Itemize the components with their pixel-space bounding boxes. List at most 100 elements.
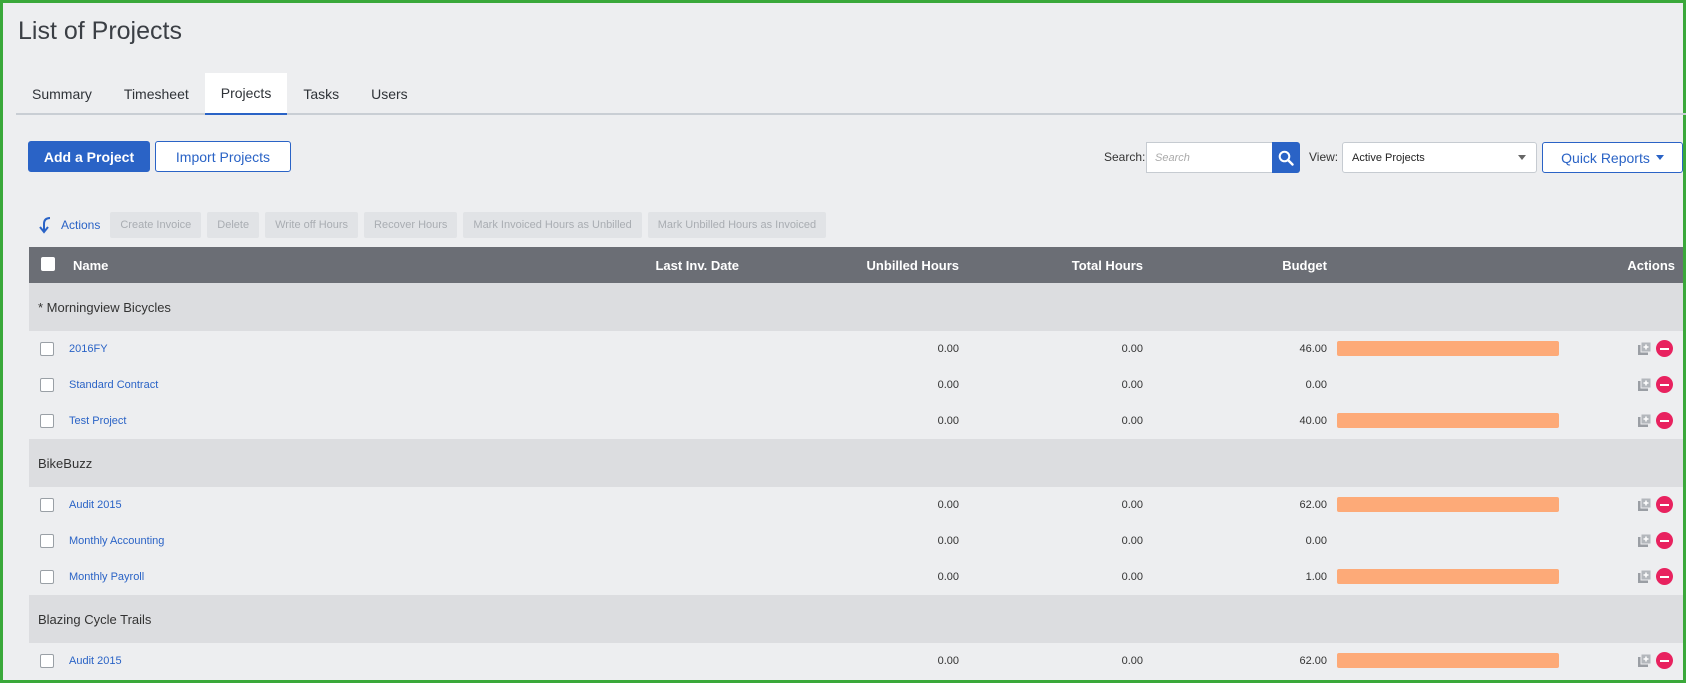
recover-hours-button[interactable]: Recover Hours [364,212,458,238]
search-button[interactable] [1272,142,1300,173]
table-body: * Morningview Bicycles 2016FY 0.00 0.00 … [29,283,1683,679]
search-icon [1278,150,1294,166]
total-hours-value: 0.00 [1121,499,1143,511]
remove-circle-icon[interactable] [1656,532,1673,549]
remove-circle-icon[interactable] [1656,340,1673,357]
row-checkbox[interactable] [40,654,54,668]
table-row: Audit 2015 0.00 0.00 62.00 [29,487,1683,523]
tab-tasks[interactable]: Tasks [287,73,355,115]
budget-value: 1.00 [1305,571,1327,583]
actions-toggle[interactable]: Actions [37,216,100,234]
project-name-link[interactable]: Test Project [69,403,126,439]
search-input[interactable] [1146,142,1272,173]
projects-table: Name Last Inv. Date Unbilled Hours Total… [29,247,1683,679]
last-inv-date-value [569,523,739,559]
table-row: Monthly Payroll 0.00 0.00 1.00 [29,559,1683,595]
page-title: List of Projects [18,17,182,45]
header-budget[interactable]: Budget [1179,247,1327,283]
group-row: BikeBuzz [29,439,1683,487]
actions-toggle-label: Actions [61,218,101,232]
view-label: View: [1309,150,1339,164]
project-name-link[interactable]: Monthly Payroll [69,559,144,595]
quick-reports-label: Quick Reports [1561,149,1650,166]
view-select-value: Active Projects [1352,151,1425,164]
header-name[interactable]: Name [73,247,108,283]
budget-progress-bar [1337,653,1559,668]
app-frame: List of Projects Summary Timesheet Proje… [0,0,1686,683]
unbilled-hours-value: 0.00 [937,343,959,355]
remove-circle-icon[interactable] [1656,376,1673,393]
remove-circle-icon[interactable] [1656,412,1673,429]
budget-progress-bar [1337,413,1559,428]
header-last-inv-date[interactable]: Last Inv. Date [569,247,739,283]
header-unbilled-hours[interactable]: Unbilled Hours [779,247,959,283]
import-projects-button[interactable]: Import Projects [155,141,291,172]
row-checkbox[interactable] [40,534,54,548]
group-name: BikeBuzz [38,455,93,471]
row-checkbox[interactable] [40,414,54,428]
copy-add-icon[interactable] [1637,341,1652,356]
unbilled-hours-value: 0.00 [937,655,959,667]
select-all-checkbox[interactable] [41,257,55,271]
copy-add-icon[interactable] [1637,413,1652,428]
last-inv-date-value [569,643,739,679]
search-label: Search: [1104,150,1146,164]
group-name: Blazing Cycle Trails [38,611,152,627]
mark-unbilled-invoiced-button[interactable]: Mark Unbilled Hours as Invoiced [647,212,827,238]
unbilled-hours-value: 0.00 [937,379,959,391]
unbilled-hours-value: 0.00 [937,499,959,511]
project-name-link[interactable]: 2016FY [69,331,108,367]
project-name-link[interactable]: Standard Contract [69,367,158,403]
tab-timesheet[interactable]: Timesheet [108,73,205,115]
table-header: Name Last Inv. Date Unbilled Hours Total… [29,247,1683,283]
create-invoice-button[interactable]: Create Invoice [110,212,202,238]
copy-add-icon[interactable] [1637,569,1652,584]
last-inv-date-value [569,559,739,595]
last-inv-date-value [569,487,739,523]
table-row: 2016FY 0.00 0.00 46.00 [29,331,1683,367]
chevron-down-icon [1518,155,1526,160]
remove-circle-icon[interactable] [1656,652,1673,669]
copy-add-icon[interactable] [1637,533,1652,548]
last-inv-date-value [569,331,739,367]
row-checkbox[interactable] [40,342,54,356]
unbilled-hours-value: 0.00 [937,415,959,427]
mark-invoiced-unbilled-button[interactable]: Mark Invoiced Hours as Unbilled [463,212,642,238]
unbilled-hours-value: 0.00 [937,571,959,583]
delete-button[interactable]: Delete [207,212,260,238]
copy-add-icon[interactable] [1637,653,1652,668]
budget-value: 40.00 [1299,415,1327,427]
budget-value: 62.00 [1299,655,1327,667]
view-select[interactable]: Active Projects [1342,142,1537,173]
last-inv-date-value [569,403,739,439]
tab-summary[interactable]: Summary [16,73,108,115]
write-off-hours-button[interactable]: Write off Hours [265,212,359,238]
tab-projects[interactable]: Projects [204,73,288,115]
project-name-link[interactable]: Monthly Accounting [69,523,164,559]
add-project-button[interactable]: Add a Project [28,141,150,172]
header-total-hours[interactable]: Total Hours [959,247,1143,283]
quick-reports-button[interactable]: Quick Reports [1542,142,1683,173]
row-checkbox[interactable] [40,498,54,512]
caret-down-icon [1655,155,1664,160]
budget-value: 46.00 [1299,343,1327,355]
total-hours-value: 0.00 [1121,379,1143,391]
row-checkbox[interactable] [40,570,54,584]
project-name-link[interactable]: Audit 2015 [69,643,122,679]
group-row: Blazing Cycle Trails [29,595,1683,643]
budget-value: 0.00 [1305,379,1327,391]
budget-progress-bar [1337,497,1559,512]
table-row: Test Project 0.00 0.00 40.00 [29,403,1683,439]
table-row: Standard Contract 0.00 0.00 0.00 [29,367,1683,403]
tab-users[interactable]: Users [355,73,424,115]
copy-add-icon[interactable] [1637,377,1652,392]
remove-circle-icon[interactable] [1656,496,1673,513]
budget-value: 62.00 [1299,499,1327,511]
project-name-link[interactable]: Audit 2015 [69,487,122,523]
copy-add-icon[interactable] [1637,497,1652,512]
remove-circle-icon[interactable] [1656,568,1673,585]
budget-value: 0.00 [1305,535,1327,547]
last-inv-date-value [569,367,739,403]
row-checkbox[interactable] [40,378,54,392]
group-row: * Morningview Bicycles [29,283,1683,331]
